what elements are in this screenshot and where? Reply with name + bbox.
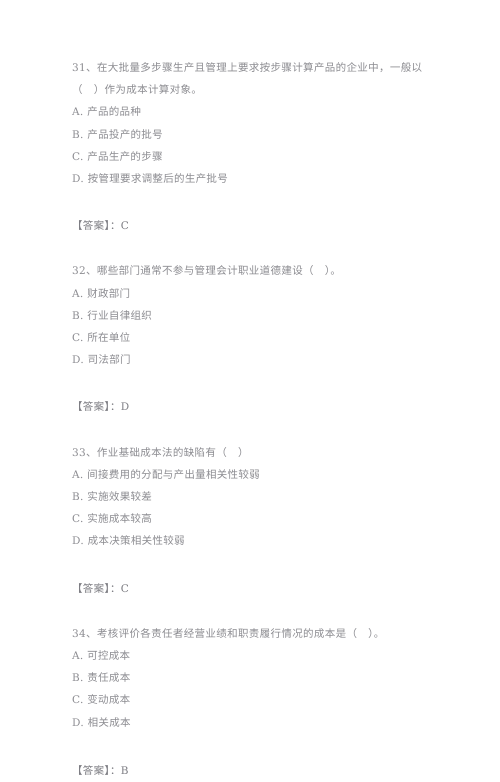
answer-line: 【答案】：C [72, 582, 130, 595]
question-option: C. 实施成本较高 [72, 513, 153, 526]
question-option: B. 行业自律组织 [72, 309, 153, 322]
question-option: C. 产品生产的步骤 [72, 150, 163, 163]
question-option: D. 按管理要求调整后的生产批号 [72, 173, 229, 186]
question-block: 33、作业基础成本法的缺陷有（ ） A. 间接费用的分配与产出量相关性较弱 B.… [72, 442, 430, 623]
answer-line: 【答案】：D [72, 401, 130, 414]
question-stem: 34、考核评价各责任者经营业绩和职责履行情况的成本是（ ）。 [72, 627, 385, 640]
question-option: C. 所在单位 [72, 332, 131, 345]
question-option: B. 实施效果较差 [72, 491, 153, 504]
question-option: A. 财政部门 [72, 287, 131, 300]
question-option: A. 产品的品种 [72, 106, 142, 119]
question-option: B. 责任成本 [72, 672, 131, 685]
question-option: A. 可控成本 [72, 650, 131, 663]
question-option: D. 司法部门 [72, 354, 131, 367]
question-option: B. 产品投产的批号 [72, 128, 163, 141]
answer-line: 【答案】：C [72, 220, 130, 233]
question-option: C. 变动成本 [72, 694, 131, 707]
question-block: 32、哪些部门通常不参与管理会计职业道德建设（ ）。 A. 财政部门 B. 行业… [72, 260, 430, 441]
document-body: 31、在大批量多步骤生产且管理上要求按步骤计算产品的企业中，一般以（ ）作为成本… [72, 57, 430, 782]
answer-line: 【答案】：B [72, 764, 129, 777]
question-stem: 33、作业基础成本法的缺陷有（ ） [72, 446, 249, 459]
question-block: 31、在大批量多步骤生产且管理上要求按步骤计算产品的企业中，一般以（ ）作为成本… [72, 57, 430, 260]
question-option: D. 相关成本 [72, 716, 131, 729]
question-option: D. 成本决策相关性较弱 [72, 535, 185, 548]
document-page: 31、在大批量多步骤生产且管理上要求按步骤计算产品的企业中，一般以（ ）作为成本… [0, 0, 500, 777]
question-stem: 32、哪些部门通常不参与管理会计职业道德建设（ ）。 [72, 265, 342, 278]
question-option: A. 间接费用的分配与产出量相关性较弱 [72, 468, 260, 481]
question-stem: 31、在大批量多步骤生产且管理上要求按步骤计算产品的企业中，一般以（ ）作为成本… [72, 62, 423, 97]
